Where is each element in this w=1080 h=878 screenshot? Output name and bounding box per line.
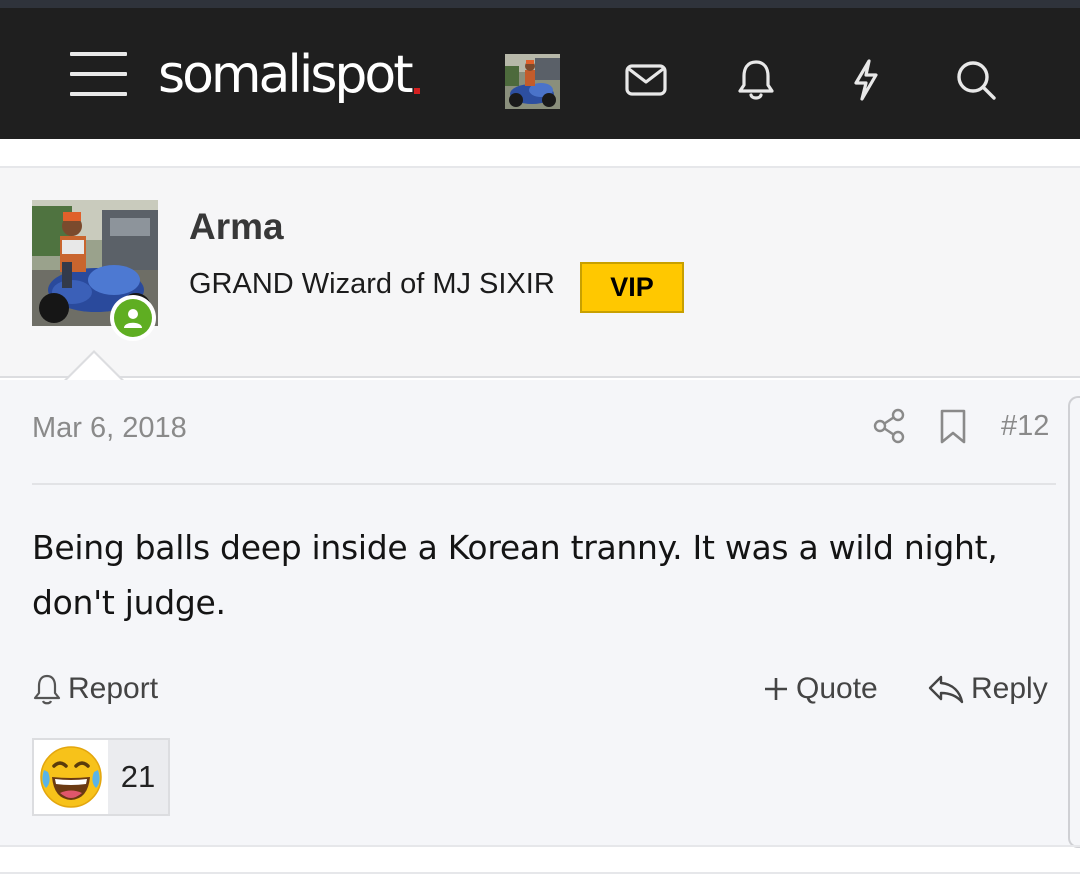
plus-icon xyxy=(765,678,787,700)
post-user-block: Arma GRAND Wizard of MJ SIXIR VIP xyxy=(0,168,1080,378)
post-content: Being balls deep inside a Korean tranny.… xyxy=(32,528,998,622)
post-separator xyxy=(32,483,1056,485)
report-button[interactable]: Report xyxy=(32,672,158,706)
online-status-icon xyxy=(110,295,156,341)
envelope-icon[interactable] xyxy=(624,58,668,102)
logo-dot xyxy=(413,88,420,94)
divider xyxy=(0,845,1080,847)
reply-label: Reply xyxy=(971,672,1048,705)
reaction-count: 21 xyxy=(120,759,156,794)
report-label: Report xyxy=(68,672,159,705)
search-icon[interactable] xyxy=(954,58,998,102)
reply-button[interactable]: Reply xyxy=(927,672,1048,706)
user-title: GRAND Wizard of MJ SIXIR xyxy=(189,268,555,300)
bell-icon[interactable] xyxy=(734,58,778,102)
next-panel-edge xyxy=(1068,396,1080,848)
menu-icon[interactable] xyxy=(70,52,127,96)
logo-text: somalispot xyxy=(158,45,414,105)
username[interactable]: Arma xyxy=(189,206,284,248)
post-date[interactable]: Mar 6, 2018 xyxy=(32,412,187,445)
share-icon[interactable] xyxy=(872,408,908,444)
status-strip xyxy=(0,0,1080,8)
face-with-tears-of-joy-icon xyxy=(34,740,108,814)
quote-button[interactable]: Quote xyxy=(762,672,878,706)
vip-badge: VIP xyxy=(580,262,684,313)
site-logo[interactable]: somalispot xyxy=(158,40,420,110)
post-number[interactable]: #12 xyxy=(1001,410,1049,443)
bolt-icon[interactable] xyxy=(844,58,888,102)
reaction-summary[interactable]: 21 xyxy=(32,738,170,816)
quote-label: Quote xyxy=(796,672,878,705)
post-arrow-fill xyxy=(66,353,122,381)
bell-icon xyxy=(33,674,61,705)
divider xyxy=(0,872,1080,874)
account-avatar[interactable] xyxy=(505,54,560,109)
post-body: Mar 6, 2018 #12 Being balls deep inside … xyxy=(0,380,1080,845)
top-navbar: somalispot xyxy=(0,8,1080,139)
reply-icon xyxy=(928,675,964,704)
bookmark-icon[interactable] xyxy=(936,408,970,446)
